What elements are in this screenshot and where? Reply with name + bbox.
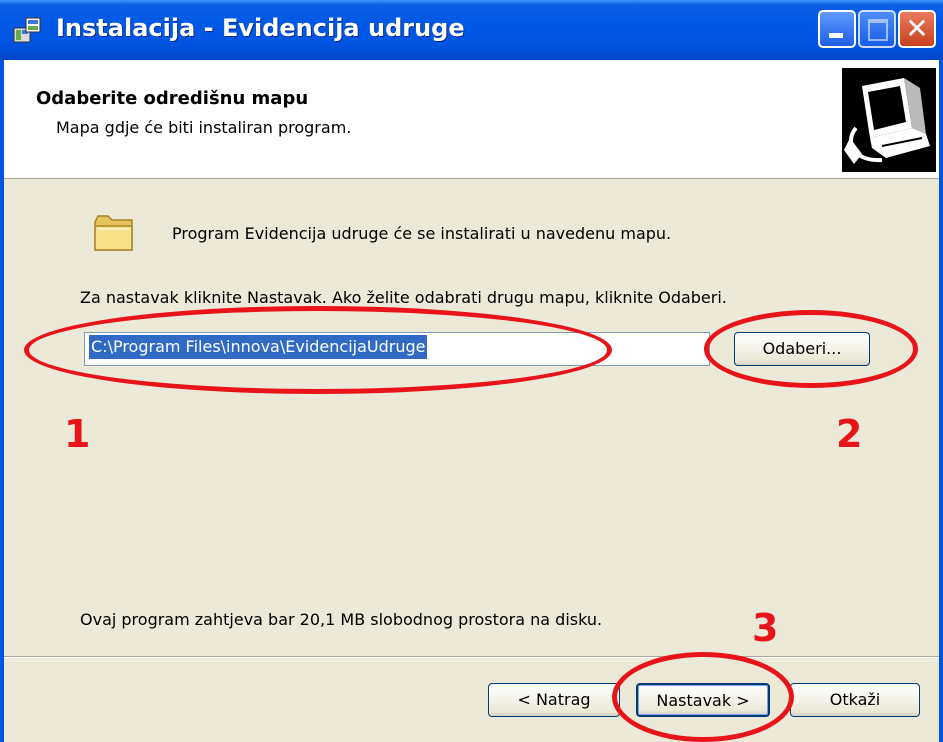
back-button[interactable]: < Natrag [488, 683, 620, 717]
disk-space-text: Ovaj program zahtjeva bar 20,1 MB slobod… [80, 610, 603, 629]
page-subtitle: Mapa gdje će biti instaliran program. [56, 118, 352, 137]
maximize-button [858, 10, 896, 48]
footer-divider [4, 656, 939, 658]
annotation-circle-3 [612, 652, 794, 742]
annotation-number-3: 3 [752, 606, 779, 650]
instruction-text: Za nastavak kliknite Nastavak. Ako želit… [80, 288, 727, 307]
page-title: Odaberite odredišnu mapu [36, 88, 309, 109]
annotation-number-2: 2 [836, 412, 863, 456]
cancel-button[interactable]: Otkaži [790, 683, 920, 717]
install-location-text: Program Evidencija udruge će se instalir… [172, 224, 672, 243]
window-title: Instalacija - Evidencija udruge [56, 14, 465, 42]
title-bar[interactable]: Instalacija - Evidencija udruge ✕ [0, 0, 943, 60]
wizard-header: Odaberite odredišnu mapu Mapa gdje će bi… [4, 60, 939, 179]
annotation-circle-1 [24, 306, 612, 394]
close-button[interactable]: ✕ [898, 10, 936, 48]
annotation-number-1: 1 [64, 412, 91, 456]
window-frame-right [939, 60, 943, 742]
minimize-button[interactable] [818, 10, 856, 48]
folder-icon [94, 215, 133, 251]
close-icon: ✕ [905, 12, 929, 45]
computer-icon [842, 68, 936, 172]
annotation-circle-2 [704, 310, 918, 388]
installer-window: Instalacija - Evidencija udruge ✕ Odaber… [0, 0, 943, 742]
installer-icon [13, 17, 41, 43]
